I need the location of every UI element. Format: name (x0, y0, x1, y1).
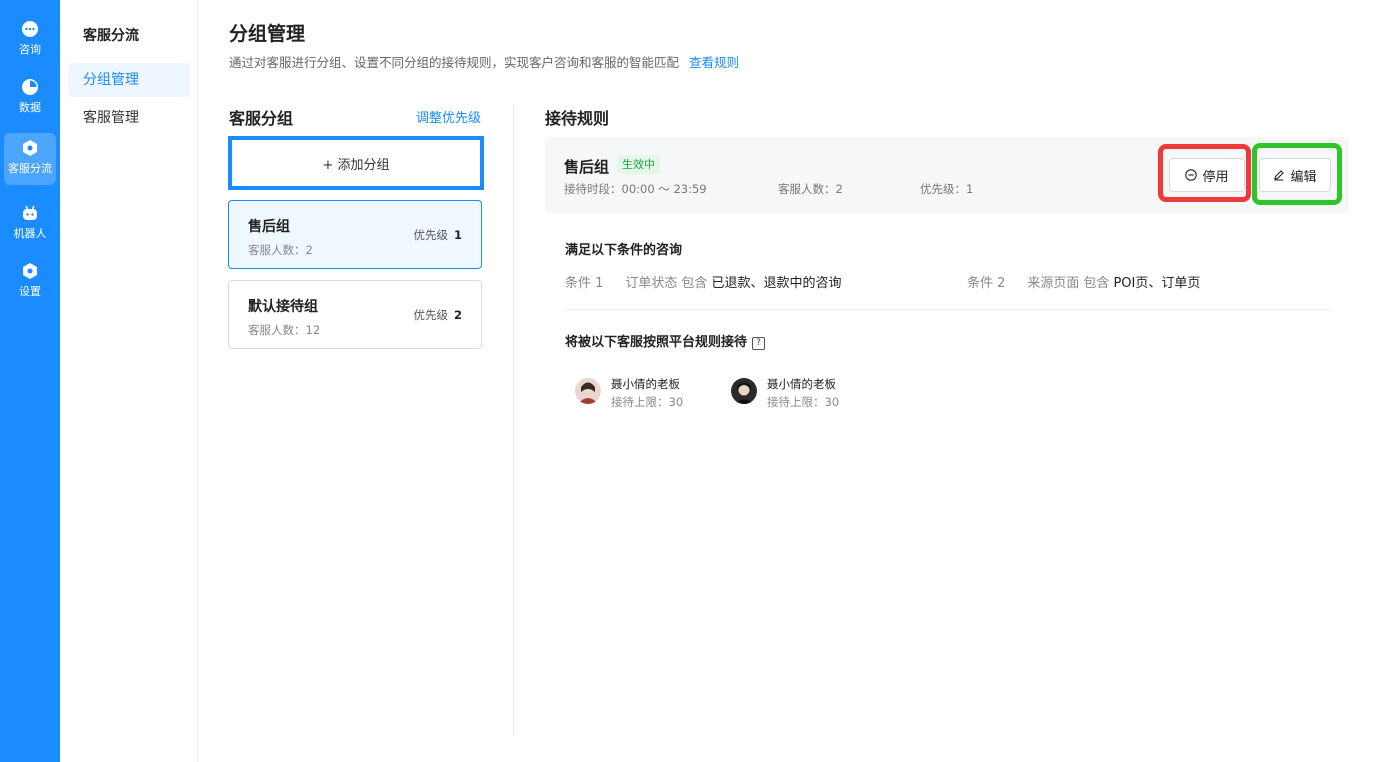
rail-label: 数据 (19, 101, 41, 114)
avatar (575, 378, 601, 404)
agent-name: 聂小倩的老板 (611, 377, 680, 391)
rule-priority: 优先级：1 (920, 182, 974, 196)
condition-operator: 包含 (1083, 276, 1110, 291)
rail-item-routing[interactable]: 客服分流 (4, 133, 56, 185)
edit-button-label: 编辑 (1290, 169, 1317, 185)
view-rules-link[interactable]: 查看规则 (689, 55, 739, 70)
group-priority-label: 优先级 (413, 308, 448, 322)
page-description: 通过对客服进行分组、设置不同分组的接待规则，实现客户咨询和客服的智能匹配 查看规则 (229, 52, 739, 71)
rail-item-data[interactable]: 数据 (4, 72, 56, 124)
settings-hexagon-icon (23, 263, 37, 279)
condition-operator: 包含 (681, 276, 708, 291)
sub-sidebar-item-group-management[interactable]: 分组管理 (68, 63, 190, 97)
rail-label: 机器人 (13, 227, 47, 240)
disable-button[interactable]: 停用 (1169, 158, 1245, 192)
pencil-icon (1274, 170, 1285, 181)
disable-button-label: 停用 (1202, 169, 1229, 185)
minus-circle-icon (1185, 169, 1198, 181)
status-badge: 生效中 (617, 155, 660, 174)
condition-value: 已退款、退款中的咨询 (711, 276, 842, 291)
avatar (731, 378, 757, 404)
sub-sidebar-title: 客服分流 (83, 28, 139, 44)
sub-sidebar: 客服分流 分组管理 客服管理 (60, 0, 198, 762)
groups-title: 客服分组 (229, 109, 294, 128)
condition-item: 条件 1 订单状态 包含 已退款、退款中的咨询 (565, 272, 841, 291)
group-priority: 优先级 1 (413, 227, 462, 243)
hexagon-icon (23, 140, 37, 156)
condition-value: POI页、订单页 (1113, 276, 1201, 291)
group-name: 默认接待组 (248, 299, 318, 315)
rule-agent-count: 客服人数：2 (778, 182, 843, 196)
rail-item-settings[interactable]: 设置 (4, 256, 56, 308)
group-priority-value: 1 (453, 228, 462, 242)
rail-item-robot[interactable]: 机器人 (4, 198, 56, 250)
pie-chart-icon (22, 79, 38, 95)
app-rail: 咨询 数据 客服分流 机器人 设置 (0, 0, 60, 762)
chat-bubble-icon (22, 21, 38, 37)
sub-sidebar-item-agent-management[interactable]: 客服管理 (68, 101, 190, 135)
agents-title-text: 将被以下客服按照平台规则接待 (565, 335, 748, 350)
group-priority: 优先级 2 (413, 307, 462, 323)
group-card[interactable]: 默认接待组 客服人数：12 优先级 2 (228, 280, 482, 349)
adjust-priority-link[interactable]: 调整优先级 (416, 107, 481, 126)
agents-title: 将被以下客服按照平台规则接待? (565, 331, 766, 350)
group-agent-count: 客服人数：2 (248, 243, 313, 257)
rule-group-name: 售后组 (564, 158, 610, 176)
conditions-title: 满足以下条件的咨询 (565, 243, 683, 258)
rail-label: 设置 (19, 285, 41, 298)
condition-field: 来源页面 (1027, 276, 1080, 291)
condition-label: 条件 1 (565, 276, 604, 291)
rule-title: 接待规则 (545, 109, 610, 128)
edit-button[interactable]: 编辑 (1259, 158, 1331, 192)
agent-name: 聂小倩的老板 (767, 377, 836, 391)
condition-field: 订单状态 (625, 276, 678, 291)
group-name: 售后组 (248, 219, 290, 235)
group-priority-value: 2 (453, 308, 462, 322)
page-description-text: 通过对客服进行分组、设置不同分组的接待规则，实现客户咨询和客服的智能匹配 (229, 55, 680, 70)
avatar-image (731, 378, 757, 404)
rule-hours: 接待时段：00:00 ～ 23:59 (564, 182, 707, 196)
rail-item-consult[interactable]: 咨询 (4, 14, 56, 66)
rail-label: 咨询 (19, 43, 41, 56)
avatar-image (575, 378, 601, 404)
rail-label: 客服分流 (8, 162, 52, 175)
robot-icon (23, 205, 37, 220)
agent-limit: 接待上限：30 (611, 395, 684, 409)
page-title: 分组管理 (229, 23, 306, 45)
help-icon[interactable]: ? (752, 337, 766, 350)
group-priority-label: 优先级 (413, 228, 448, 242)
group-agent-count: 客服人数：12 (248, 323, 321, 337)
column-divider (513, 104, 514, 736)
condition-label: 条件 2 (967, 276, 1006, 291)
group-card[interactable]: 售后组 客服人数：2 优先级 1 (228, 200, 482, 269)
agent-limit: 接待上限：30 (767, 395, 840, 409)
add-group-button[interactable]: + 添加分组 (228, 136, 484, 190)
section-divider (565, 309, 1331, 310)
condition-item: 条件 2 来源页面 包含 POI页、订单页 (967, 272, 1200, 291)
